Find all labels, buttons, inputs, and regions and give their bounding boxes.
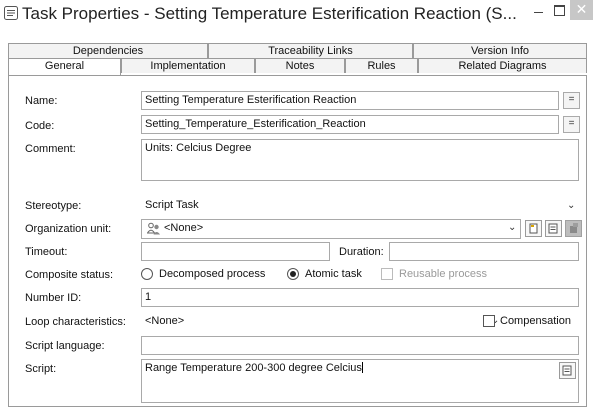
script-language-label: Script language: — [25, 340, 105, 352]
loop-characteristics-label: Loop characteristics: — [25, 316, 126, 328]
name-label: Name: — [25, 95, 58, 107]
script-field[interactable]: Range Temperature 200-300 degree Celcius — [141, 359, 579, 403]
duration-field[interactable] — [389, 242, 579, 261]
properties-icon — [548, 223, 558, 234]
name-field[interactable]: Setting Temperature Esterification React… — [141, 91, 559, 110]
window-title: Task Properties - Setting Temperature Es… — [22, 4, 517, 23]
atomic-task-radio[interactable] — [287, 268, 299, 280]
title-bar: Task Properties - Setting Temperature Es… — [0, 0, 593, 31]
new-object-button[interactable] — [525, 220, 542, 237]
stereotype-select[interactable]: Script Task — [141, 196, 579, 215]
tab-traceability-links[interactable]: Traceability Links — [208, 43, 413, 58]
tab-rules[interactable]: Rules — [345, 58, 418, 73]
org-unit-chevron-down-icon[interactable]: ⌄ — [508, 222, 516, 233]
loop-characteristics-select[interactable]: <None> — [141, 312, 503, 331]
minimize-button[interactable] — [530, 0, 548, 24]
compensation-checkbox[interactable] — [483, 315, 495, 327]
composite-status-label: Composite status: — [25, 269, 114, 281]
delete-button[interactable] — [565, 220, 582, 237]
org-unit-value: <None> — [164, 222, 204, 234]
code-field[interactable]: Setting_Temperature_Esterification_React… — [141, 115, 559, 134]
properties-button[interactable] — [545, 220, 562, 237]
text-caret — [361, 362, 363, 373]
number-id-field[interactable]: 1 — [141, 288, 579, 307]
compensation-label: Compensation — [500, 315, 571, 327]
edit-script-icon — [562, 365, 572, 376]
code-label: Code: — [25, 120, 55, 132]
tab-dependencies[interactable]: Dependencies — [8, 43, 208, 58]
reusable-process-checkbox[interactable] — [381, 268, 393, 280]
people-icon — [147, 222, 160, 235]
atomic-task-label: Atomic task — [305, 268, 362, 280]
tab-strip: Dependencies Traceability Links Version … — [8, 43, 587, 75]
script-language-field[interactable] — [141, 336, 579, 355]
duration-label: Duration: — [339, 246, 384, 258]
stereotype-chevron-down-icon[interactable]: ⌄ — [567, 200, 575, 211]
decomposed-process-radio[interactable] — [141, 268, 153, 280]
general-panel: Name: Setting Temperature Esterification… — [8, 75, 587, 407]
script-label: Script: — [25, 363, 57, 375]
comment-label: Comment: — [25, 143, 76, 155]
tab-general[interactable]: General — [8, 58, 121, 75]
org-unit-label: Organization unit: — [25, 223, 112, 235]
clear-icon — [570, 223, 578, 233]
tab-notes[interactable]: Notes — [255, 58, 345, 73]
name-ellipsis-button[interactable]: = — [563, 92, 580, 109]
tab-row-2: General Implementation Notes Rules Relat… — [8, 58, 587, 75]
tab-version-info[interactable]: Version Info — [413, 43, 587, 58]
close-button[interactable]: ✕ — [570, 0, 593, 20]
tab-related-diagrams[interactable]: Related Diagrams — [418, 58, 587, 73]
tab-row-1: Dependencies Traceability Links Version … — [8, 43, 587, 58]
number-id-label: Number ID: — [25, 292, 82, 304]
timeout-label: Timeout: — [25, 246, 68, 258]
properties-window-icon — [4, 6, 18, 20]
decomposed-process-label: Decomposed process — [159, 268, 266, 280]
timeout-field[interactable] — [141, 242, 330, 261]
script-edit-button[interactable] — [559, 362, 576, 379]
stereotype-label: Stereotype: — [25, 200, 82, 212]
reusable-process-label: Reusable process — [399, 268, 488, 280]
script-text: Range Temperature 200-300 degree Celcius — [145, 362, 362, 374]
tab-implementation[interactable]: Implementation — [121, 58, 255, 73]
new-document-icon — [529, 223, 538, 234]
maximize-button[interactable] — [550, 0, 568, 24]
code-ellipsis-button[interactable]: = — [563, 116, 580, 133]
org-unit-select[interactable]: <None> — [141, 219, 521, 239]
comment-field[interactable]: Units: Celcius Degree — [141, 139, 579, 181]
